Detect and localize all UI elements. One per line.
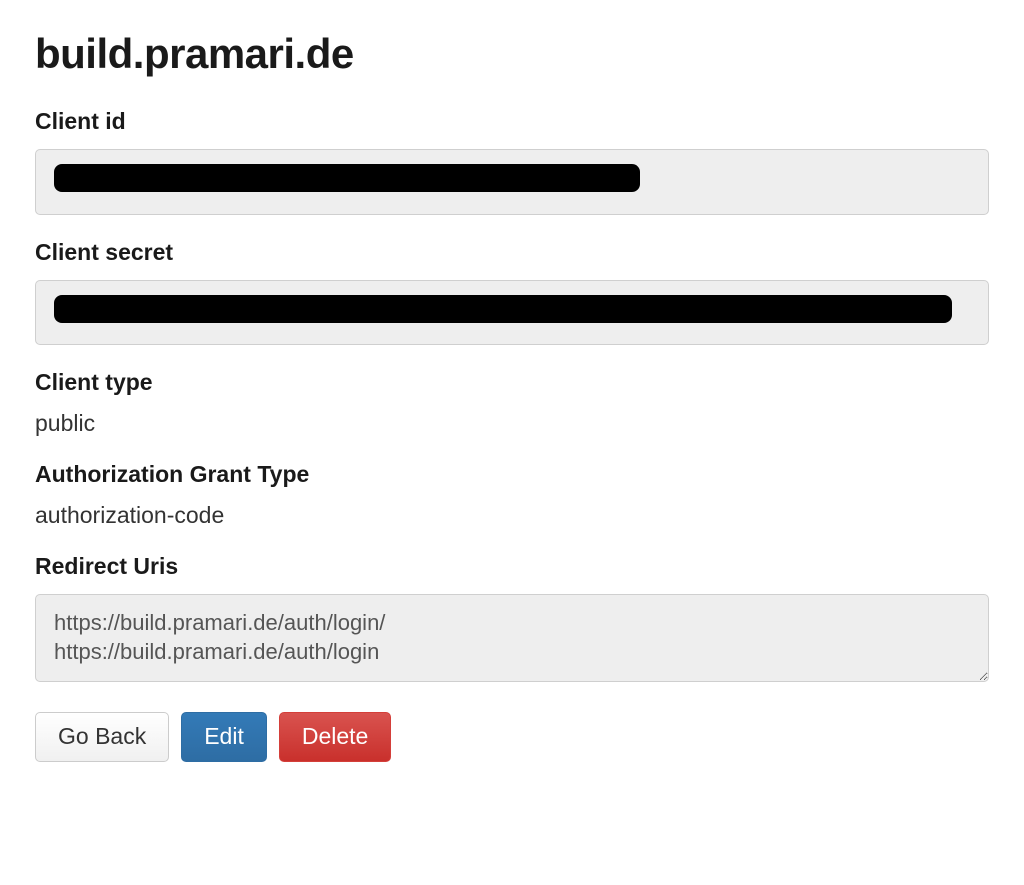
redirect-uris-group: Redirect Uris https://build.pramari.de/a… <box>35 553 989 688</box>
client-secret-group: Client secret <box>35 239 989 346</box>
client-type-label: Client type <box>35 369 989 396</box>
client-type-value: public <box>35 410 989 437</box>
grant-type-label: Authorization Grant Type <box>35 461 989 488</box>
client-id-value <box>35 149 989 215</box>
redaction-bar <box>54 295 952 323</box>
client-secret-label: Client secret <box>35 239 989 266</box>
client-secret-value <box>35 280 989 346</box>
client-type-group: Client type public <box>35 369 989 437</box>
grant-type-group: Authorization Grant Type authorization-c… <box>35 461 989 529</box>
client-id-label: Client id <box>35 108 989 135</box>
page-title: build.pramari.de <box>35 30 989 78</box>
client-id-group: Client id <box>35 108 989 215</box>
redirect-uris-label: Redirect Uris <box>35 553 989 580</box>
button-row: Go Back Edit Delete <box>35 712 989 762</box>
redirect-uris-value[interactable]: https://build.pramari.de/auth/login/ htt… <box>35 594 989 682</box>
redaction-bar <box>54 164 640 192</box>
edit-button[interactable]: Edit <box>181 712 267 762</box>
grant-type-value: authorization-code <box>35 502 989 529</box>
delete-button[interactable]: Delete <box>279 712 391 762</box>
go-back-button[interactable]: Go Back <box>35 712 169 762</box>
